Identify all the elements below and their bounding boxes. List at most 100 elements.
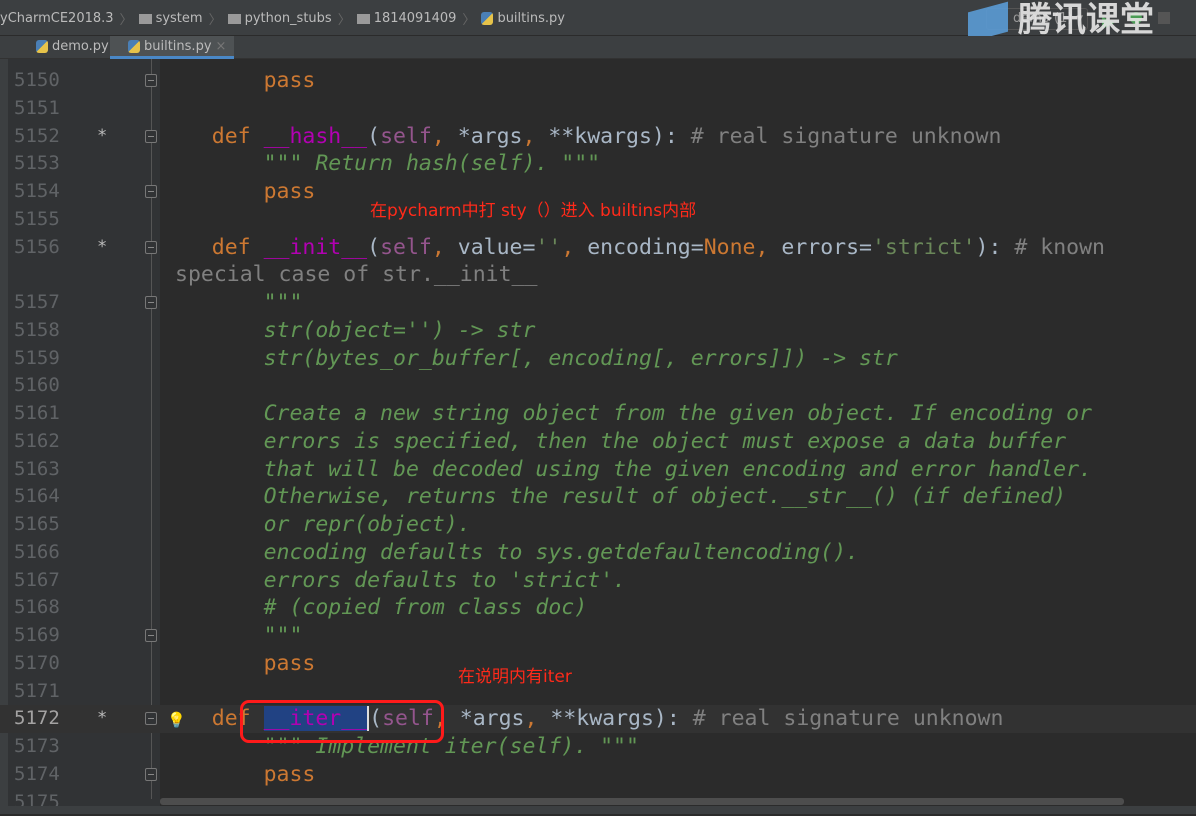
python-file-icon [481, 12, 493, 25]
code-token: # real signature unknown [693, 706, 1004, 731]
close-icon[interactable]: × [216, 39, 227, 54]
code-line: 5170 pass [0, 650, 1196, 678]
line-number: 5151 [14, 95, 60, 123]
code-token: , [432, 124, 458, 149]
line-number: 5157 [14, 289, 60, 317]
code-token: '' [535, 235, 561, 260]
fold-icon[interactable] [145, 130, 157, 143]
fold-icon[interactable] [145, 296, 157, 309]
fold-icon[interactable] [145, 74, 157, 87]
status-bar [0, 806, 1196, 814]
code-token: Otherwise, returns the result of object.… [264, 484, 1067, 509]
python-file-icon [36, 40, 48, 53]
breadcrumb-item[interactable]: yCharmCE2018.3 [0, 11, 114, 26]
code-token [160, 346, 264, 371]
code-editor[interactable]: 5150 pass51515152 * def __hash__(self, *a… [0, 67, 1196, 816]
line-number: 5163 [14, 456, 60, 484]
fold-icon[interactable] [145, 629, 157, 642]
code-token: *args [460, 706, 525, 731]
code-line: 5162 errors is specified, then the objec… [0, 428, 1196, 456]
code-line: 5166 encoding defaults to sys.getdefault… [0, 539, 1196, 567]
breadcrumb-label: 1814091409 [374, 11, 457, 26]
breadcrumb-label: system [156, 11, 203, 26]
code-token: def [212, 235, 264, 260]
code-token: """ [264, 623, 303, 648]
code-token [160, 68, 264, 93]
breadcrumb-item[interactable]: system [139, 11, 203, 26]
code-token [160, 568, 264, 593]
code-text: pass [160, 67, 315, 95]
code-token [160, 457, 264, 482]
highlight-box [240, 700, 444, 743]
code-line: 5152 * def __hash__(self, *args, **kwargs… [0, 123, 1196, 151]
code-text: # (copied from class doc) [160, 594, 587, 622]
breadcrumb-item[interactable]: python_stubs [228, 11, 332, 26]
line-number: 5167 [14, 567, 60, 595]
code-token: def [212, 124, 264, 149]
override-marker: * [97, 123, 107, 151]
tab-builtins-py[interactable]: builtins.py × [110, 36, 234, 59]
line-number: 5162 [14, 428, 60, 456]
code-token: str(object='') -> str [264, 318, 536, 343]
code-line: 5174 pass [0, 761, 1196, 789]
fold-icon[interactable] [145, 768, 157, 781]
code-text: Otherwise, returns the result of object.… [160, 483, 1066, 511]
code-token: self [380, 235, 432, 260]
code-token [160, 623, 264, 648]
code-token [160, 235, 212, 260]
code-text: def __hash__(self, *args, **kwargs): # r… [160, 123, 1001, 151]
breadcrumb-item[interactable]: builtins.py [481, 11, 565, 26]
code-text: errors defaults to 'strict'. [160, 567, 626, 595]
line-number: 5152 [14, 123, 60, 151]
code-token [160, 512, 264, 537]
annotation-note: 在pycharm中打 sty（）进入 builtins内部 [370, 196, 696, 221]
code-line: 5165 or repr(object). [0, 511, 1196, 539]
folder-icon [228, 14, 241, 24]
line-number: 5164 [14, 483, 60, 511]
tab-label: builtins.py [144, 39, 212, 54]
line-number: 5172 [14, 705, 60, 733]
code-text: or repr(object). [160, 511, 471, 539]
code-text: pass [160, 761, 315, 789]
code-token: or repr(object). [264, 512, 471, 537]
breadcrumb-item[interactable]: 1814091409 [357, 11, 457, 26]
folder-icon [139, 14, 152, 24]
code-text: """ Return hash(self). """ [160, 150, 600, 178]
code-token: , [522, 124, 548, 149]
breadcrumb-separator: 〉 [338, 9, 351, 28]
code-line: 5171 [0, 678, 1196, 706]
code-token: , [755, 235, 781, 260]
code-token: str(bytes_or_buffer[, encoding[, errors]… [264, 346, 898, 371]
line-number: 5155 [14, 206, 60, 234]
fold-icon[interactable] [145, 185, 157, 198]
breadcrumb-separator: 〉 [120, 9, 133, 28]
tab-label: demo.py [52, 39, 109, 54]
code-token: __hash__ [264, 124, 368, 149]
code-line: 5153 """ Return hash(self). """ [0, 150, 1196, 178]
code-token [160, 151, 264, 176]
code-token: # real signature unknown [691, 124, 1002, 149]
code-token: ): [976, 235, 1015, 260]
code-line: special case of str.__init__ [0, 261, 1196, 289]
code-line: 5169 """ [0, 622, 1196, 650]
code-line: 5151 [0, 95, 1196, 123]
code-line: 5150 pass [0, 67, 1196, 95]
stop-icon[interactable] [1158, 12, 1170, 24]
code-text: str(object='') -> str [160, 317, 535, 345]
editor-tabs: demo.py ×builtins.py × [0, 36, 1196, 59]
line-number: 5174 [14, 761, 60, 789]
fold-icon[interactable] [145, 712, 157, 725]
code-token: pass [264, 68, 316, 93]
code-token: encoding= [587, 235, 704, 260]
horizontal-scrollbar[interactable] [160, 797, 1196, 806]
breadcrumb: yCharmCE2018.3〉system〉python_stubs〉18140… [0, 9, 565, 28]
scrollbar-thumb[interactable] [160, 798, 1124, 805]
code-text: encoding defaults to sys.getdefaultencod… [160, 539, 859, 567]
code-line: 5158 str(object='') -> str [0, 317, 1196, 345]
code-text: errors is specified, then the object mus… [160, 428, 1066, 456]
line-number: 5171 [14, 678, 60, 706]
code-line: 5168 # (copied from class doc) [0, 594, 1196, 622]
line-number: 5154 [14, 178, 60, 206]
line-number: 5168 [14, 594, 60, 622]
fold-icon[interactable] [145, 241, 157, 254]
